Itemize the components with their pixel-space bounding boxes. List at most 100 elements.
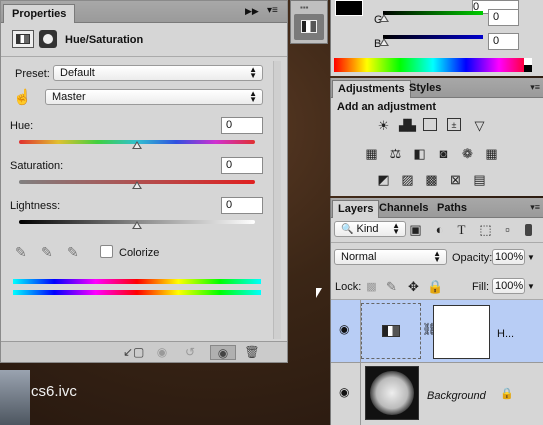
filter-smart-object-icon[interactable]: ▫ (499, 222, 516, 237)
background-thumbnail (365, 366, 419, 420)
tab-channels[interactable]: Channels (374, 200, 434, 218)
add-adjustment-heading: Add an adjustment (337, 101, 437, 113)
vibrance-icon[interactable]: ▽ (471, 118, 488, 133)
opacity-arrow-icon[interactable]: ▼ (527, 253, 535, 262)
hue-slider-thumb[interactable] (132, 141, 142, 149)
properties-footer: ↙▢ ◉ ↺ ◉ 🗑 (1, 341, 287, 362)
eyedropper-icon[interactable]: ✎ (15, 244, 27, 261)
layers-panel: Layers Channels Paths ▾≡ 🔍 Kind ▲ ▼ ▣ ◐ T … (330, 198, 543, 425)
color-balance-icon[interactable]: ⚖ (387, 146, 404, 161)
curves-icon[interactable] (423, 118, 437, 131)
delete-icon[interactable]: 🗑 (243, 345, 261, 360)
filter-adjustment-icon[interactable]: ◐ (431, 222, 448, 237)
foreground-swatch[interactable] (335, 0, 363, 16)
collapse-icon[interactable]: ▶▶ (245, 6, 259, 17)
fill-field[interactable]: 100% (492, 278, 525, 294)
color-lookup-icon[interactable]: ▦ (483, 146, 500, 161)
opacity-field[interactable]: 100% (492, 249, 525, 265)
g-field[interactable]: 0 (488, 9, 519, 26)
hue-label: Hue: (10, 120, 34, 132)
output-color-bar (13, 290, 261, 295)
posterize-icon[interactable]: ▨ (399, 172, 416, 187)
invert-icon[interactable]: ◩ (375, 172, 392, 187)
lock-icon: 🔒 (500, 388, 514, 400)
channel-value: Master (52, 91, 86, 103)
selective-color-icon[interactable]: ⊠ (447, 172, 464, 187)
hue-field[interactable]: 0 (221, 117, 263, 134)
opacity-label: Opacity: (452, 252, 493, 264)
layer-name[interactable]: Background (427, 390, 486, 402)
exposure-icon[interactable]: ± (447, 118, 461, 131)
layer-row-hue-saturation[interactable]: ◉ ⛓ H... (331, 300, 543, 362)
properties-panel: Properties ▶▶ ▾≡ Hue/Saturation Preset: … (0, 0, 288, 363)
preset-label: Preset: (15, 68, 50, 80)
eyedropper-minus-icon[interactable]: ✎ (67, 244, 79, 261)
tab-adjustments[interactable]: Adjustments (332, 80, 411, 98)
photo-filter-icon[interactable]: ◙ (435, 146, 452, 161)
b-slider[interactable] (383, 35, 483, 39)
channel-mixer-icon[interactable]: ❁ (459, 146, 476, 161)
color-panel: 0 G 0 B 0 (330, 0, 543, 76)
lock-position-icon[interactable]: ✥ (405, 279, 422, 294)
tab-properties[interactable]: Properties (3, 4, 76, 23)
lightness-field[interactable]: 0 (221, 197, 263, 214)
colorize-label: Colorize (119, 247, 160, 259)
lock-image-icon[interactable]: ✎ (383, 279, 400, 294)
properties-tabbar: Properties ▶▶ ▾≡ (1, 1, 287, 23)
blend-mode-dropdown[interactable]: Normal ▲ ▼ (334, 249, 447, 265)
preset-value: Default (60, 67, 95, 79)
g-slider[interactable] (383, 11, 483, 15)
filter-toggle[interactable] (525, 224, 532, 236)
blend-mode-value: Normal (341, 251, 377, 263)
layer-row-background[interactable]: ◉ Background 🔒 (331, 363, 543, 425)
lock-label: Lock: (335, 281, 362, 293)
brightness-contrast-icon[interactable]: ☀ (375, 118, 392, 133)
panel-menu-icon[interactable]: ▾≡ (530, 82, 540, 93)
filter-kind-dropdown[interactable]: 🔍 Kind ▲ ▼ (334, 221, 406, 237)
mask-icon[interactable] (39, 30, 57, 48)
saturation-field[interactable]: 0 (221, 157, 263, 174)
fill-arrow-icon[interactable]: ▼ (527, 282, 535, 291)
lock-transparent-icon[interactable]: ▩ (363, 279, 380, 294)
filter-shape-icon[interactable]: ⬚ (477, 222, 494, 237)
levels-icon[interactable]: ▟▙ (399, 118, 416, 133)
properties-toggle-icon[interactable] (294, 14, 324, 40)
lock-all-icon[interactable]: 🔒 (427, 279, 444, 294)
filter-pixel-icon[interactable]: ▣ (407, 222, 424, 237)
b-field[interactable]: 0 (488, 33, 519, 50)
threshold-icon[interactable]: ▩ (423, 172, 440, 187)
panel-scrollbar[interactable] (273, 61, 281, 339)
tool-strip: ▪▪▪ (290, 0, 328, 44)
black-white-icon[interactable]: ◧ (411, 146, 428, 161)
tab-layers[interactable]: Layers (332, 200, 380, 218)
saturation-slider-thumb[interactable] (132, 181, 142, 189)
layer-name[interactable]: H... (497, 328, 514, 340)
clip-to-layer-icon[interactable]: ↙▢ (123, 345, 144, 360)
view-previous-state-icon[interactable]: ◉ (153, 345, 171, 360)
b-slider-thumb[interactable] (379, 38, 389, 46)
lightness-slider-thumb[interactable] (132, 221, 142, 229)
g-slider-thumb[interactable] (379, 14, 389, 22)
channel-dropdown[interactable]: Master ▲ ▼ (45, 89, 263, 105)
kind-label: Kind (356, 223, 379, 235)
tab-styles[interactable]: Styles (404, 80, 446, 98)
filter-type-icon[interactable]: T (453, 222, 470, 237)
toggle-visibility-icon[interactable]: ◉ (210, 345, 236, 360)
adjustments-panel: Adjustments Styles ▾≡ Add an adjustment … (330, 78, 543, 196)
panel-menu-icon[interactable]: ▾≡ (267, 5, 278, 16)
visibility-eye-icon[interactable]: ◉ (339, 385, 349, 399)
eyedropper-plus-icon[interactable]: ✎ (41, 244, 53, 261)
visibility-eye-icon[interactable]: ◉ (339, 322, 349, 336)
targeted-adjustment-hand-icon[interactable]: ☝ (13, 88, 32, 106)
panel-menu-icon[interactable]: ▾≡ (530, 202, 540, 213)
hue-saturation-icon[interactable]: ▦ (363, 146, 380, 161)
colorize-checkbox[interactable] (100, 245, 113, 258)
color-spectrum-ramp[interactable] (334, 58, 532, 72)
layer-mask-thumbnail[interactable] (433, 305, 490, 359)
gradient-map-icon[interactable]: ▤ (471, 172, 488, 187)
preset-dropdown[interactable]: Default ▲ ▼ (53, 65, 263, 81)
reset-icon[interactable]: ↺ (181, 345, 199, 360)
tab-paths[interactable]: Paths (432, 200, 472, 218)
panel-title: Hue/Saturation (65, 34, 144, 46)
adjustment-layer-icon[interactable] (12, 30, 34, 48)
